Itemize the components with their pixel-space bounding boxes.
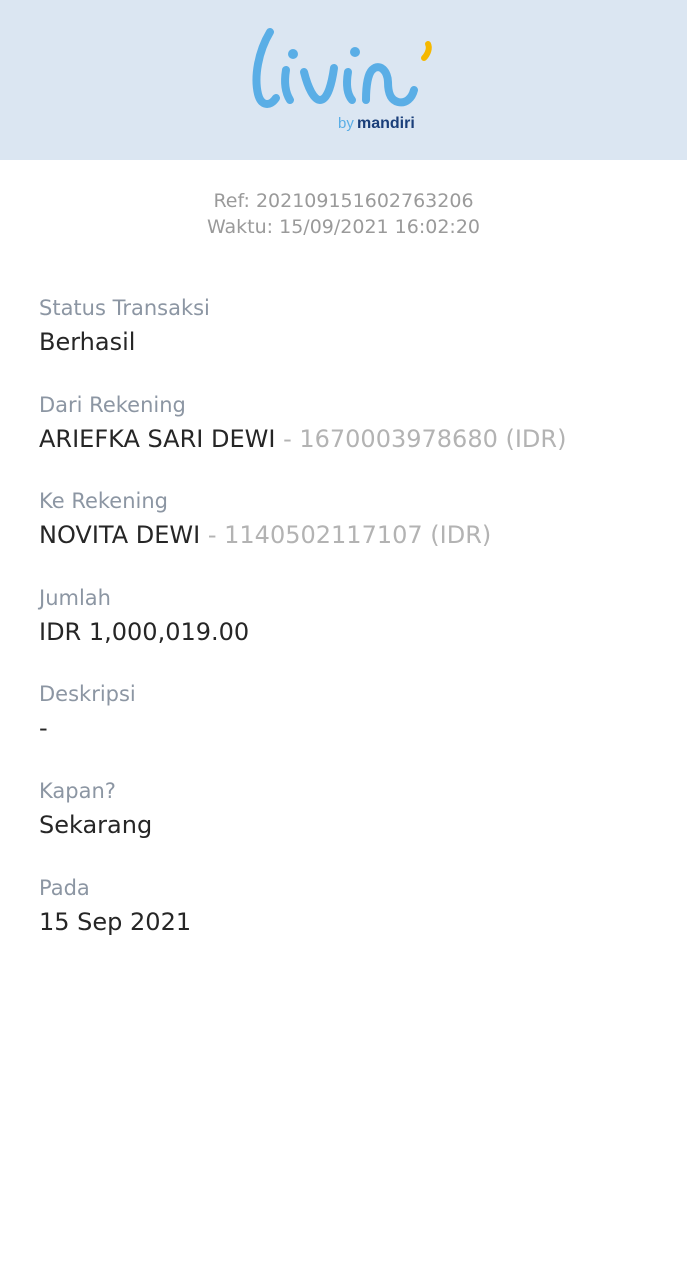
to-account-field: Ke Rekening NOVITA DEWI - 1140502117107 …	[39, 487, 659, 552]
amount-label: Jumlah	[39, 586, 111, 610]
when-value: Sekarang	[39, 811, 153, 839]
reference-number: Ref: 202109151602763206	[213, 190, 474, 212]
livin-mandiri-logo: by mandiri	[252, 28, 432, 132]
to-account-value: NOVITA DEWI - 1140502117107 (IDR)	[39, 518, 659, 552]
transaction-time: Waktu: 15/09/2021 16:02:20	[206, 216, 481, 238]
amount-value: IDR 1,000,019.00	[39, 618, 250, 646]
from-account-number: - 1670003978680 (IDR)	[275, 425, 567, 453]
when-label: Kapan?	[39, 779, 116, 803]
description-value: -	[39, 714, 48, 742]
to-account-number: - 1140502117107 (IDR)	[200, 521, 492, 549]
receipt-meta: Ref: 202109151602763206 Waktu: 15/09/202…	[0, 188, 687, 240]
header-banner: by mandiri	[0, 0, 687, 160]
date-label: Pada	[39, 876, 90, 900]
to-account-label: Ke Rekening	[39, 489, 169, 513]
from-account-name: ARIEFKA SARI DEWI	[39, 425, 276, 453]
from-account-field: Dari Rekening ARIEFKA SARI DEWI - 167000…	[39, 391, 659, 456]
status-field: Status Transaksi Berhasil	[39, 294, 659, 359]
status-label: Status Transaksi	[39, 296, 210, 320]
description-label: Deskripsi	[39, 682, 136, 706]
date-value: 15 Sep 2021	[39, 908, 192, 936]
description-field: Deskripsi -	[39, 680, 659, 745]
from-account-value: ARIEFKA SARI DEWI - 1670003978680 (IDR)	[39, 422, 659, 456]
from-account-label: Dari Rekening	[39, 393, 186, 417]
when-field: Kapan? Sekarang	[39, 777, 659, 842]
amount-field: Jumlah IDR 1,000,019.00	[39, 584, 659, 649]
status-value: Berhasil	[39, 328, 136, 356]
to-account-name: NOVITA DEWI	[39, 521, 201, 549]
logo-mandiri-text: mandiri	[357, 115, 415, 132]
logo-by-text: by	[338, 115, 354, 132]
date-field: Pada 15 Sep 2021	[39, 874, 659, 939]
